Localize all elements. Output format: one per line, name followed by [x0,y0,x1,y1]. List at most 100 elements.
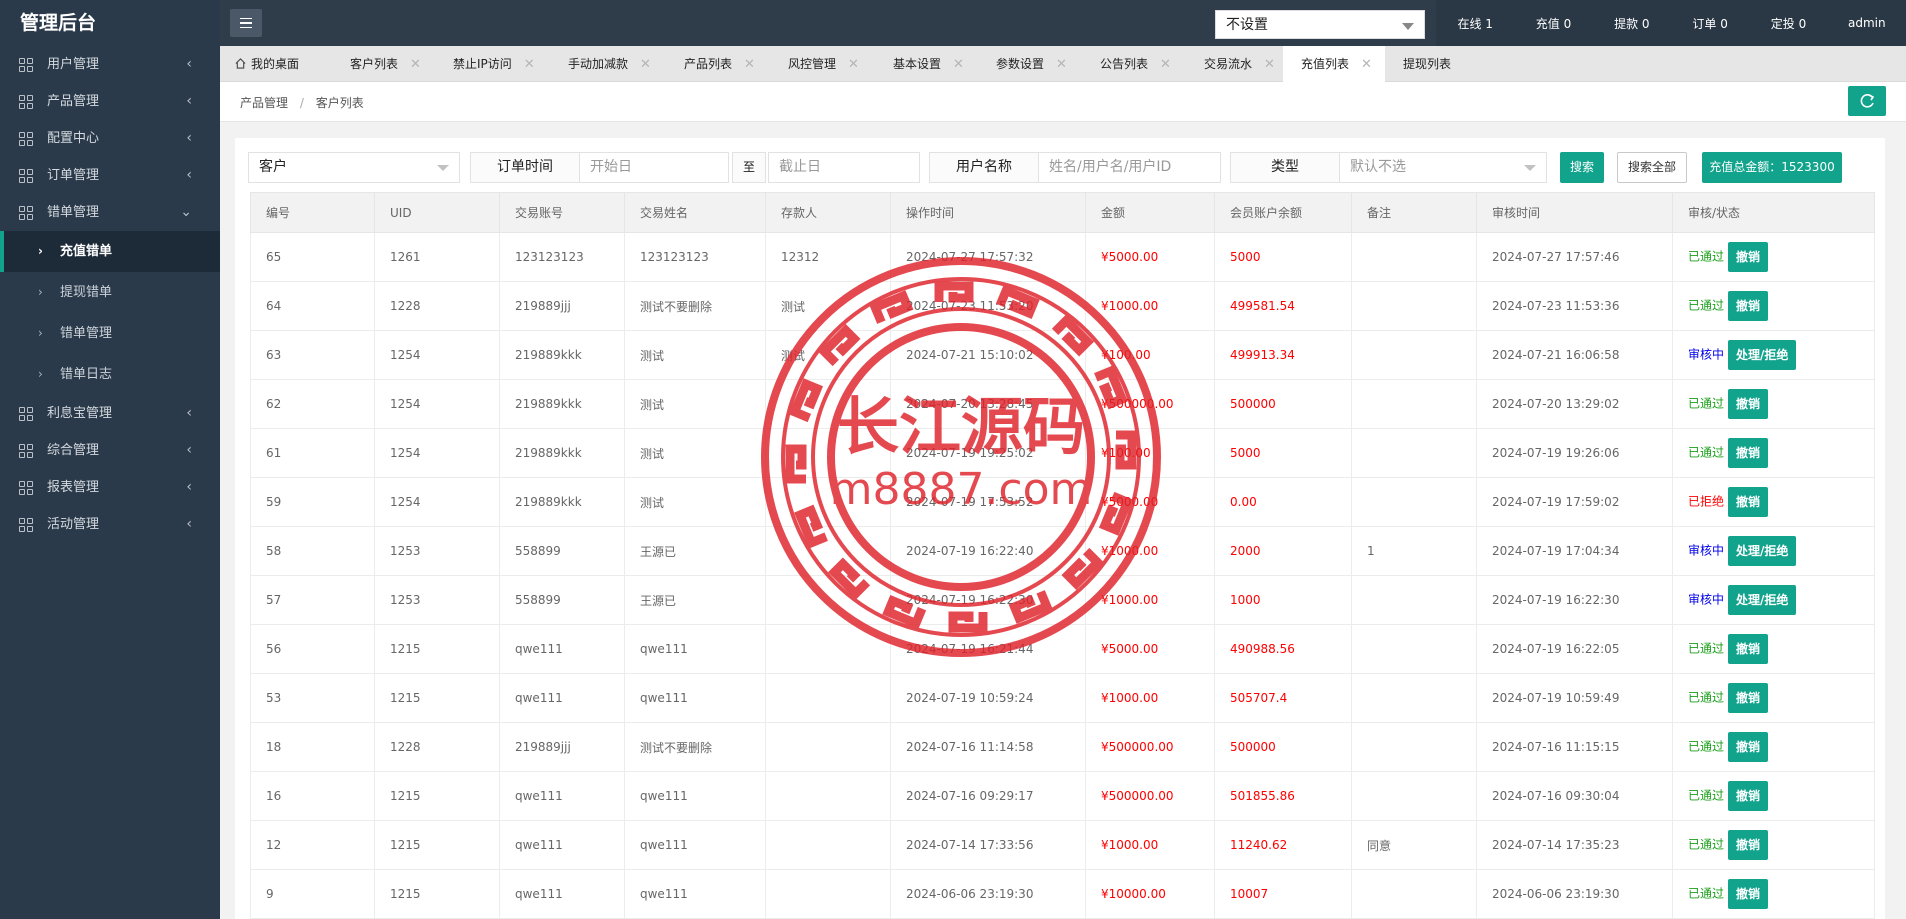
chevron-icon: ‹ [186,56,192,72]
cell-amount: ¥5000.00 [1085,477,1215,527]
tab-item[interactable]: 客户列表 ✕ [332,46,435,82]
close-icon[interactable]: ✕ [1056,57,1067,72]
cell-id: 64 [250,281,375,331]
tab-item[interactable]: 参数设置 ✕ [978,46,1082,82]
revoke-button[interactable]: 撤销 [1728,683,1769,713]
close-icon[interactable]: ✕ [640,57,651,72]
sidebar-item[interactable]: 用户管理 ‹ [0,46,220,83]
cell-amount: ¥1000.00 [1085,673,1215,723]
cell-name: qwe111 [624,869,766,919]
tab-item[interactable]: 交易流水 ✕ [1186,46,1283,82]
header-stat[interactable]: 定投 0 [1749,15,1827,32]
sidebar-item[interactable]: 产品管理 ‹ [0,83,220,120]
close-icon[interactable]: ✕ [1361,57,1372,72]
sidebar-subitem[interactable]: › 错单管理 [0,313,220,354]
revoke-button[interactable]: 撤销 [1728,781,1769,811]
revoke-button[interactable]: 撤销 [1728,732,1769,762]
cell-status: 已通过 撤销 [1672,673,1875,723]
username-placeholder: 姓名/用户名/用户ID [1049,159,1172,175]
sidebar-item[interactable]: 订单管理 ‹ [0,157,220,194]
cell-status: 已通过 撤销 [1672,281,1875,331]
cell-balance: 1000 [1214,575,1352,625]
cell-uid: 1261 [374,232,500,282]
close-icon[interactable]: ✕ [744,57,755,72]
tab-item[interactable]: 公告列表 ✕ [1082,46,1186,82]
revoke-button[interactable]: 撤销 [1728,879,1769,909]
table-row: 63 1254 219889kkk 测试 测试 2024-07-21 15:10:02 ¥1… [250,330,1875,380]
close-icon[interactable]: ✕ [953,57,964,72]
table-row: 53 1215 qwe111 qwe111 2024-07-19 10:59:24 ¥10… [250,673,1875,723]
tab-label: 我的桌面 [251,57,300,71]
header-stat[interactable]: 充值 0 [1514,15,1592,32]
sidebar-item[interactable]: 利息宝管理 ‹ [0,395,220,432]
cell-depositor [765,477,891,527]
start-date-placeholder: 开始日 [590,159,632,175]
close-icon[interactable]: ✕ [1264,57,1275,72]
sidebar-item[interactable]: 错单管理 ⌄ [0,194,220,231]
cell-depositor [765,771,891,821]
cell-id: 16 [250,771,375,821]
start-date-input[interactable]: 开始日 [579,152,729,183]
status-badge: 已通过 [1688,788,1725,803]
cell-review-time: 2024-07-19 16:22:05 [1476,624,1673,674]
close-icon[interactable]: ✕ [848,57,859,72]
sidebar-item[interactable]: 活动管理 ‹ [0,506,220,543]
cell-review-time: 2024-07-19 16:22:30 [1476,575,1673,625]
tab-item[interactable]: 禁止IP访问 ✕ [435,46,550,82]
refresh-button[interactable] [1848,86,1886,116]
revoke-button[interactable]: 撤销 [1728,830,1769,860]
tab-item[interactable]: 我的桌面 [235,46,328,82]
breadcrumb-parent[interactable]: 产品管理 [240,96,288,110]
sidebar-item[interactable]: 报表管理 ‹ [0,469,220,506]
end-date-input[interactable]: 截止日 [768,152,920,183]
header-stat[interactable]: 在线 1 [1436,15,1514,32]
status-badge: 已通过 [1688,837,1725,852]
tab-item[interactable]: 充值列表 ✕ [1283,46,1385,82]
sidebar-item[interactable]: 综合管理 ‹ [0,432,220,469]
cell-depositor [765,722,891,772]
close-icon[interactable]: ✕ [1160,57,1171,72]
process-reject-button[interactable]: 处理/拒绝 [1728,536,1797,566]
sidebar-item[interactable]: 配置中心 ‹ [0,120,220,157]
search-button[interactable]: 搜索 [1560,152,1604,183]
grid-icon [19,518,33,532]
tab-item[interactable]: 风控管理 ✕ [770,46,875,82]
cell-id: 53 [250,673,375,723]
tab-item[interactable]: 基本设置 ✕ [875,46,978,82]
header-stat[interactable]: 提款 0 [1593,15,1671,32]
cell-note [1351,673,1477,723]
process-reject-button[interactable]: 处理/拒绝 [1728,340,1797,370]
category-select[interactable]: 默认不选 [1339,152,1547,183]
menu-toggle-button[interactable] [230,9,262,37]
username-input[interactable]: 姓名/用户名/用户ID [1038,152,1221,183]
customer-type-select[interactable]: 客户 [248,152,460,183]
revoke-button[interactable]: 撤销 [1728,242,1769,272]
revoke-button[interactable]: 撤销 [1728,389,1769,419]
refresh-icon [1860,94,1875,108]
search-all-button[interactable]: 搜索全部 [1617,152,1687,183]
revoke-button[interactable]: 撤销 [1728,438,1769,468]
header-select[interactable]: 不设置 [1215,10,1425,39]
sidebar-subitem[interactable]: › 错单日志 [0,354,220,395]
tab-item[interactable]: 手动加减款 ✕ [550,46,666,82]
close-icon[interactable]: ✕ [524,57,535,72]
chevron-icon: ‹ [186,442,192,458]
tab-item[interactable]: 提现列表✕ [1385,46,1470,108]
cell-amount: ¥5000.00 [1085,624,1215,674]
process-reject-button[interactable]: 处理/拒绝 [1728,585,1797,615]
sidebar-subitem[interactable]: › 充值错单 [0,231,220,272]
revoke-button[interactable]: 撤销 [1728,487,1769,517]
revoke-button[interactable]: 撤销 [1728,291,1769,321]
cell-account: 219889kkk [499,330,625,380]
order-time-label: 订单时间 [470,152,580,183]
tab-item[interactable]: 产品列表 ✕ [666,46,770,82]
chevron-right-icon: › [38,326,43,340]
cell-note: 同意 [1351,820,1477,870]
column-header: 备注 [1351,192,1477,233]
user-menu[interactable]: admin [1828,16,1906,30]
header-stat[interactable]: 订单 0 [1671,15,1749,32]
app-title: 管理后台 [0,0,220,46]
close-icon[interactable]: ✕ [410,57,421,72]
revoke-button[interactable]: 撤销 [1728,634,1769,664]
sidebar-subitem[interactable]: › 提现错单 [0,272,220,313]
